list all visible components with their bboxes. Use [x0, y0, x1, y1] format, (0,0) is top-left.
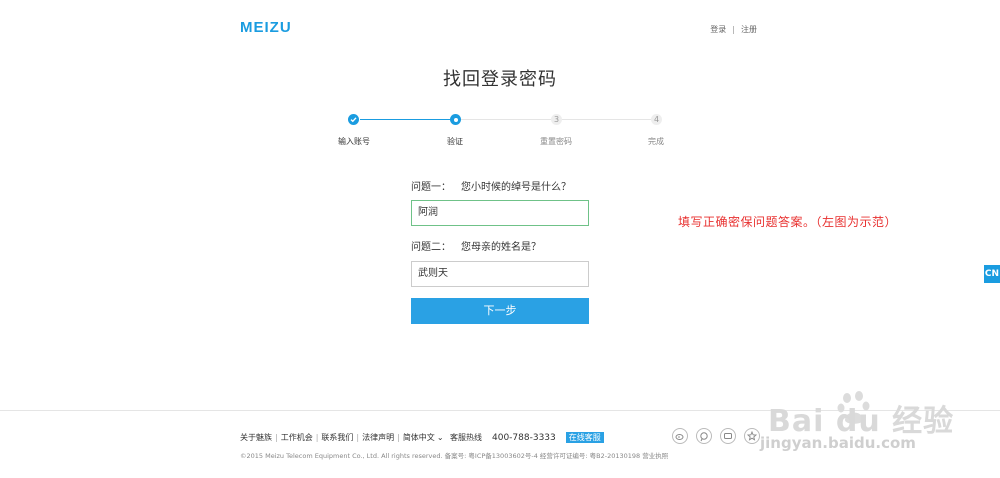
chat-icon[interactable] [696, 428, 712, 444]
step-2-label: 验证 [447, 137, 463, 146]
step-1-check-icon [348, 114, 359, 125]
question-2-label: 问题二： [411, 242, 451, 253]
step-2-current-icon [450, 114, 461, 125]
weibo-icon[interactable] [672, 428, 688, 444]
footer-link-contact[interactable]: 联系我们 [321, 433, 353, 442]
next-step-button[interactable]: 下一步 [411, 298, 589, 324]
step-3-label: 重置密码 [540, 137, 572, 146]
step-4-marker: 4 [651, 114, 662, 125]
step-3-marker: 3 [551, 114, 562, 125]
step-1-label: 输入账号 [338, 137, 370, 146]
page: MEIZU 登录 | 注册 找回登录密码 3 4 输入账号 验证 重置密码 完成 问… [0, 0, 1000, 478]
hotline: 客服热线 400-788-3333 在线客服 [450, 432, 604, 443]
chevron-down-icon[interactable]: ⌄ [437, 433, 444, 442]
hotline-label: 客服热线 [450, 433, 482, 442]
message-icon[interactable] [720, 428, 736, 444]
question-1-label: 问题一： [411, 182, 451, 193]
language-side-tab[interactable]: CN [984, 265, 1000, 283]
footer-language-select[interactable]: 简体中文 [403, 433, 435, 442]
question-1: 问题一： 您小时候的绰号是什么？ [411, 178, 571, 193]
instruction-annotation: 填写正确密保问题答案。（左图为示范） [678, 215, 898, 229]
answer-2-input[interactable]: 武则天 [411, 261, 589, 287]
footer-link-legal[interactable]: 法律声明 [362, 433, 394, 442]
step-4-label: 完成 [648, 137, 664, 146]
step-line-done [360, 119, 461, 120]
meizu-logo[interactable]: MEIZU [240, 20, 292, 35]
footer-link-jobs[interactable]: 工作机会 [281, 433, 313, 442]
baidu-jingyan-watermark: Bai du 经验 jingyan.baidu.com [760, 390, 960, 460]
login-link[interactable]: 登录 [710, 24, 726, 35]
auth-links: 登录 | 注册 [710, 24, 757, 35]
star-icon[interactable] [744, 428, 760, 444]
online-service-button[interactable]: 在线客服 [565, 432, 604, 443]
footer-links: 关于魅族 | 工作机会 | 联系我们 | 法律声明 | 简体中文 ⌄ [240, 433, 444, 442]
page-title: 找回登录密码 [443, 69, 557, 90]
auth-divider: | [732, 25, 735, 34]
register-link[interactable]: 注册 [741, 24, 757, 35]
question-2-text: 您母亲的姓名是？ [461, 242, 541, 253]
copyright-text: ©2015 Meizu Telecom Equipment Co., Ltd. … [240, 452, 669, 460]
footer-link-about[interactable]: 关于魅族 [240, 433, 272, 442]
hotline-number: 400-788-3333 [492, 433, 556, 443]
watermark-url: jingyan.baidu.com [760, 434, 916, 452]
question-2: 问题二： 您母亲的姓名是？ [411, 238, 541, 253]
answer-1-input[interactable]: 阿润 [411, 200, 589, 226]
question-1-text: 您小时候的绰号是什么？ [461, 182, 571, 193]
progress-steps: 3 4 输入账号 验证 重置密码 完成 [338, 114, 664, 154]
